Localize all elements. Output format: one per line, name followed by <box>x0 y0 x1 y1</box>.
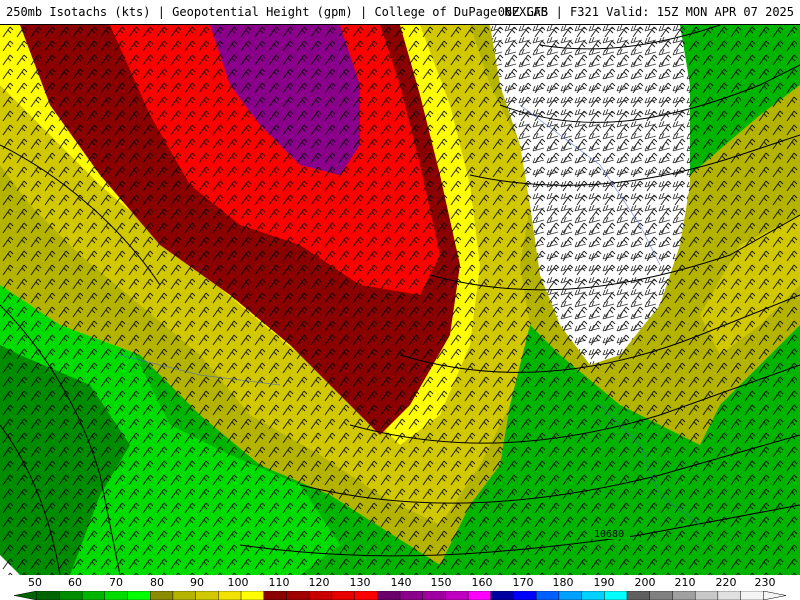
legend-color-cell <box>331 591 355 600</box>
title-bar: 250mb Isotachs (kts) | Geopotential Heig… <box>0 0 800 25</box>
legend-tick: 160 <box>471 576 493 589</box>
legend-color-cell <box>717 591 741 600</box>
legend-tick: 50 <box>28 576 42 589</box>
legend-color-cell <box>286 591 310 600</box>
legend-tick: 110 <box>268 576 290 589</box>
legend-tick: 210 <box>674 576 696 589</box>
legend-tick: 200 <box>634 576 656 589</box>
legend-color-cell <box>218 591 242 600</box>
legend-color-cell <box>626 591 650 600</box>
legend-color-cell <box>36 591 60 600</box>
legend-tick: 170 <box>512 576 534 589</box>
legend-color-cell <box>377 591 401 600</box>
legend-color-cell <box>604 591 628 600</box>
legend-color-cell <box>694 591 719 600</box>
legend-color-cell <box>740 591 764 600</box>
legend-tick: 230 <box>754 576 776 589</box>
legend-tick: 150 <box>430 576 452 589</box>
legend-tick: 70 <box>109 576 123 589</box>
legend-color-cell <box>104 591 128 600</box>
legend-tick: 140 <box>390 576 412 589</box>
legend-color-cell <box>150 591 174 600</box>
legend-arrow-low <box>14 591 37 600</box>
legend-tick: 190 <box>593 576 615 589</box>
legend-color-cell <box>399 591 423 600</box>
legend-color-cell <box>581 591 605 600</box>
legend-color-cell <box>467 591 492 600</box>
model-run-valid-time: 06Z GFS | F321 Valid: 15Z MON APR 07 202… <box>497 5 794 19</box>
legend-color-cell <box>558 591 582 600</box>
legend-color-cell <box>263 591 287 600</box>
legend-color-cell <box>195 591 219 600</box>
legend-colorbar <box>14 591 786 600</box>
legend-color-cell <box>649 591 673 600</box>
isotach-map: 10680 <box>0 25 800 575</box>
legend-tick: 130 <box>349 576 371 589</box>
contour-label: 10680 <box>594 529 624 540</box>
legend-tick: 180 <box>552 576 574 589</box>
legend-tick: 60 <box>68 576 82 589</box>
legend-color-cell <box>240 591 264 600</box>
legend-tick: 120 <box>308 576 330 589</box>
legend-tick: 80 <box>150 576 164 589</box>
legend-color-cell <box>81 591 106 600</box>
legend-color-cell <box>513 591 537 600</box>
legend-color-cell <box>445 591 469 600</box>
legend-labels: 50 60 70 80 90 100 110 120 130 140 150 1… <box>0 575 800 589</box>
legend-arrow-high <box>763 591 786 600</box>
legend-tick: 90 <box>190 576 204 589</box>
map-title: 250mb Isotachs (kts) | Geopotential Heig… <box>6 5 548 19</box>
legend-color-cell <box>354 591 378 600</box>
legend-color-cell <box>308 591 333 600</box>
legend-color-cell <box>490 591 514 600</box>
legend-tick: 220 <box>715 576 737 589</box>
legend-color-cell <box>536 591 560 600</box>
legend-color-cell <box>59 591 83 600</box>
legend-color-cell <box>127 591 151 600</box>
legend-color-cell <box>422 591 446 600</box>
legend-tick: 100 <box>227 576 249 589</box>
legend-color-cell <box>172 591 196 600</box>
legend-color-cell <box>672 591 696 600</box>
